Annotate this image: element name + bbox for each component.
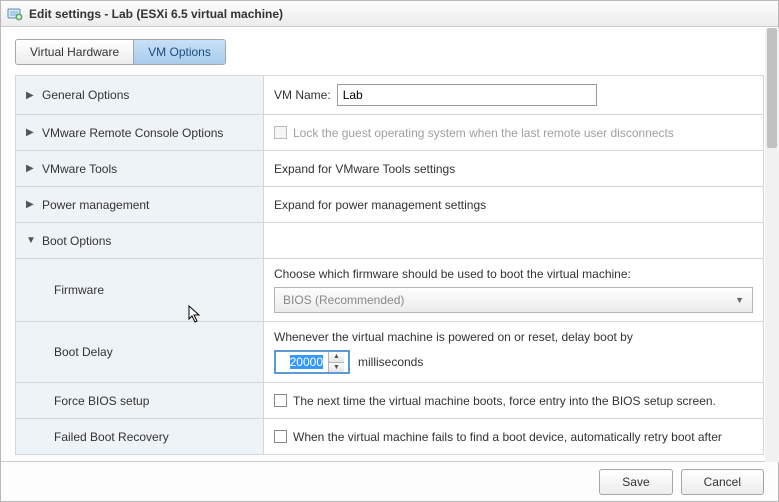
row-label: Power management [42,198,149,212]
chevron-right-icon: ▶ [26,163,36,174]
firmware-select[interactable]: BIOS (Recommended) ▼ [274,287,753,313]
vm-icon [7,6,23,22]
footer: Save Cancel [1,461,778,501]
edit-settings-dialog: Edit settings - Lab (ESXi 6.5 virtual ma… [0,0,779,502]
boot-delay-desc: Whenever the virtual machine is powered … [274,330,753,344]
cancel-button[interactable]: Cancel [681,469,764,495]
row-label: Boot Delay [54,345,113,359]
chevron-down-icon: ▼ [735,295,744,305]
row-general-options[interactable]: ▶ General Options VM Name: [16,76,763,115]
lock-guest-text: Lock the guest operating system when the… [293,126,674,140]
spinner-down-button[interactable]: ▼ [329,363,344,373]
row-label: Firmware [54,283,104,297]
tab-virtual-hardware[interactable]: Virtual Hardware [16,40,134,64]
vm-name-input[interactable] [337,84,597,106]
chevron-down-icon: ▼ [26,235,36,246]
firmware-desc: Choose which firmware should be used to … [274,267,753,281]
force-bios-text: The next time the virtual machine boots,… [293,394,716,408]
row-label: Failed Boot Recovery [54,430,169,444]
boot-delay-unit: milliseconds [358,355,423,369]
boot-delay-input[interactable] [276,352,328,372]
row-power-management[interactable]: ▶ Power management Expand for power mana… [16,187,763,223]
row-label: VMware Tools [42,162,117,176]
content-area: Virtual Hardware VM Options ▶ General Op… [1,27,778,461]
vm-name-label: VM Name: [274,88,331,102]
row-boot-options[interactable]: ▼ Boot Options [16,223,763,259]
tab-vm-options[interactable]: VM Options [134,40,225,64]
vmware-tools-text: Expand for VMware Tools settings [274,162,753,176]
power-mgmt-text: Expand for power management settings [274,198,753,212]
row-firmware: Firmware Choose which firmware should be… [16,259,763,322]
chevron-right-icon: ▶ [26,199,36,210]
spinner-up-button[interactable]: ▲ [329,352,344,363]
force-bios-checkbox[interactable] [274,394,287,407]
row-failed-boot: Failed Boot Recovery When the virtual ma… [16,419,763,455]
row-boot-delay: Boot Delay Whenever the virtual machine … [16,322,763,383]
save-button[interactable]: Save [599,469,672,495]
chevron-right-icon: ▶ [26,127,36,138]
settings-rows: ▶ General Options VM Name: ▶ VMware Remo… [15,75,764,455]
failed-boot-text: When the virtual machine fails to find a… [293,430,722,444]
row-force-bios: Force BIOS setup The next time the virtu… [16,383,763,419]
boot-delay-spinner: ▲ ▼ [274,350,350,374]
firmware-value: BIOS (Recommended) [283,293,404,307]
chevron-right-icon: ▶ [26,90,36,101]
row-label: Force BIOS setup [54,394,149,408]
failed-boot-checkbox[interactable] [274,430,287,443]
row-remote-console[interactable]: ▶ VMware Remote Console Options Lock the… [16,115,763,151]
row-label: General Options [42,88,129,102]
window-title: Edit settings - Lab (ESXi 6.5 virtual ma… [29,7,283,21]
row-vmware-tools[interactable]: ▶ VMware Tools Expand for VMware Tools s… [16,151,763,187]
tabs: Virtual Hardware VM Options [15,39,226,65]
scroll-thumb[interactable] [767,28,777,148]
lock-guest-checkbox [274,126,287,139]
titlebar: Edit settings - Lab (ESXi 6.5 virtual ma… [1,1,778,27]
row-label: VMware Remote Console Options [42,126,223,140]
row-label: Boot Options [42,234,111,248]
scrollbar[interactable] [765,28,779,462]
